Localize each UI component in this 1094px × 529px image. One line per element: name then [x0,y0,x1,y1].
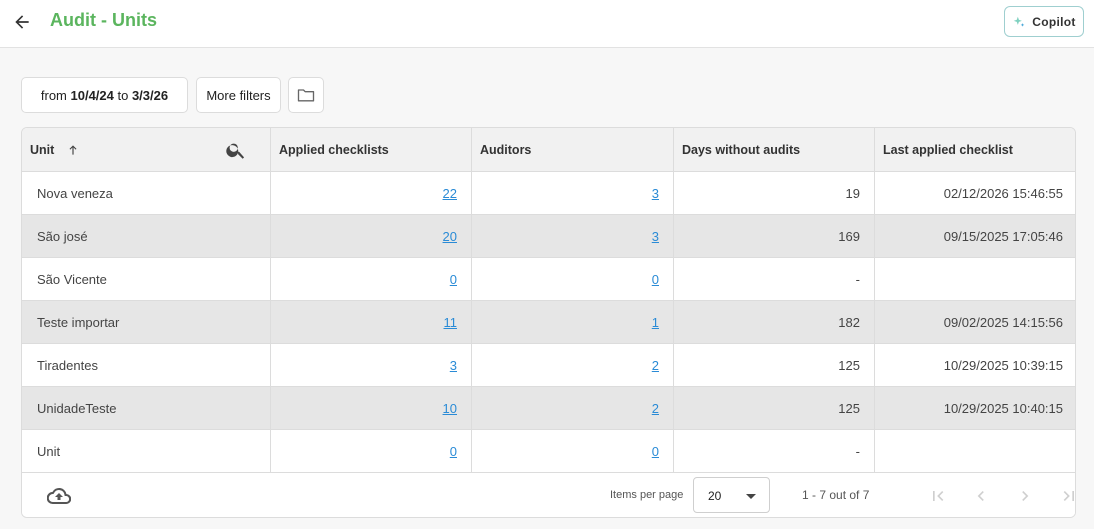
cell-unit: São Vicente [22,258,271,301]
next-page-button[interactable] [1012,483,1038,509]
applied-link[interactable]: 11 [444,315,458,330]
cell-unit: UnidadeTeste [22,387,271,430]
cell-days: - [674,430,875,473]
cell-applied: 10 [271,387,472,430]
table-row: UnidadeTeste 10 2 125 10/29/2025 10:40:1… [22,387,1075,430]
column-unit-label: Unit [30,143,55,157]
cell-days: 125 [674,387,875,430]
auditors-link[interactable]: 2 [652,401,659,416]
arrow-left-icon [15,15,29,29]
cell-auditors: 2 [472,344,674,387]
prev-page-button[interactable] [968,483,994,509]
cell-applied: 11 [271,301,472,344]
cell-last: 09/02/2025 14:15:56 [943,315,1063,330]
column-header-last[interactable]: Last applied checklist [875,128,1075,172]
cell-last: 02/12/2026 15:46:55 [943,186,1063,201]
table-body: Nova veneza 22 3 19 02/12/2026 15:46:55 … [22,172,1075,473]
back-button[interactable] [10,10,34,34]
column-header-applied[interactable]: Applied checklists [271,128,472,172]
cell-auditors: 2 [472,387,674,430]
auditors-link[interactable]: 0 [652,444,659,459]
date-prefix: from [40,87,71,103]
cell-last [875,258,1075,301]
cell-days: - [674,258,875,301]
items-per-page-select[interactable]: 20 [693,477,770,513]
cell-auditors: 3 [472,215,674,258]
cell-days: 169 [674,215,875,258]
cell-applied: 3 [271,344,472,387]
prev-page-icon [977,491,984,501]
cell-auditors: 0 [472,430,674,473]
cloud-upload-icon[interactable] [47,484,71,508]
date-mid: to [113,87,132,103]
table-header: Unit Applied checklists Auditors Days wi… [22,128,1075,172]
cell-applied: 0 [271,258,472,301]
search-icon[interactable] [225,139,247,161]
cell-days: 19 [674,172,875,215]
table-footer: Items per page 20 1 - 7 out of 7 [22,474,1075,517]
table-row: Tiradentes 3 2 125 10/29/2025 10:39:15 [22,344,1075,387]
copilot-button[interactable]: Copilot [1004,6,1084,37]
cell-last: 10/29/2025 10:39:15 [943,358,1063,373]
cell-unit: Unit [22,430,271,473]
applied-link[interactable]: 20 [443,229,457,244]
last-page-button[interactable] [1056,483,1075,509]
cell-last [875,430,1075,473]
applied-link[interactable]: 10 [443,401,457,416]
items-per-page-label: Items per page [610,489,684,501]
cell-auditors: 1 [472,301,674,344]
column-header-days[interactable]: Days without audits [674,128,875,172]
paginator: Items per page 20 1 - 7 out of 7 [599,474,1075,517]
sparkle-icon [1014,16,1025,27]
table-row: Nova veneza 22 3 19 02/12/2026 15:46:55 [22,172,1075,215]
table-row: Unit 0 0 - [22,430,1075,473]
caret-down-icon [746,494,756,499]
applied-link[interactable]: 22 [443,186,457,201]
cell-applied: 22 [271,172,472,215]
column-header-unit[interactable]: Unit [22,128,271,172]
cell-auditors: 0 [472,258,674,301]
column-header-auditors[interactable]: Auditors [472,128,674,172]
top-bar: Audit - Units Copilot [0,0,1094,48]
folder-icon [297,89,315,102]
range-label: 1 - 7 out of 7 [802,488,870,502]
first-page-icon [933,491,944,501]
cell-unit: Tiradentes [22,344,271,387]
date-range-filter[interactable]: from 10/4/24 to 3/3/26 [21,77,188,113]
folder-button[interactable] [288,77,324,113]
auditors-link[interactable]: 3 [652,229,659,244]
applied-link[interactable]: 3 [450,358,457,373]
page-title: Audit - Units [50,10,157,30]
cell-unit: São josé [22,215,271,258]
auditors-link[interactable]: 2 [652,358,659,373]
cell-unit: Nova veneza [22,172,271,215]
cell-auditors: 3 [472,172,674,215]
sort-asc-icon[interactable] [66,143,80,157]
last-page-icon [1063,491,1074,501]
table-row: Teste importar 11 1 182 09/02/2025 14:15… [22,301,1075,344]
cell-last: 09/15/2025 17:05:46 [943,229,1063,244]
date-from: 10/4/24 [70,87,114,103]
first-page-button[interactable] [925,483,951,509]
auditors-link[interactable]: 1 [652,315,659,330]
applied-link[interactable]: 0 [450,444,457,459]
cell-days: 182 [674,301,875,344]
next-page-icon [1022,491,1029,501]
items-per-page-value: 20 [708,489,722,503]
units-table: Unit Applied checklists Auditors Days wi… [21,127,1076,518]
cell-days: 125 [674,344,875,387]
cell-applied: 20 [271,215,472,258]
cell-applied: 0 [271,430,472,473]
table-row: São josé 20 3 169 09/15/2025 17:05:46 [22,215,1075,258]
date-to: 3/3/26 [131,87,169,103]
copilot-label: Copilot [1032,14,1076,29]
applied-link[interactable]: 0 [450,272,457,287]
more-filters-button[interactable]: More filters [196,77,281,113]
cell-last: 10/29/2025 10:40:15 [943,401,1063,416]
auditors-link[interactable]: 3 [652,186,659,201]
cell-unit: Teste importar [22,301,271,344]
table-row: São Vicente 0 0 - [22,258,1075,301]
auditors-link[interactable]: 0 [652,272,659,287]
